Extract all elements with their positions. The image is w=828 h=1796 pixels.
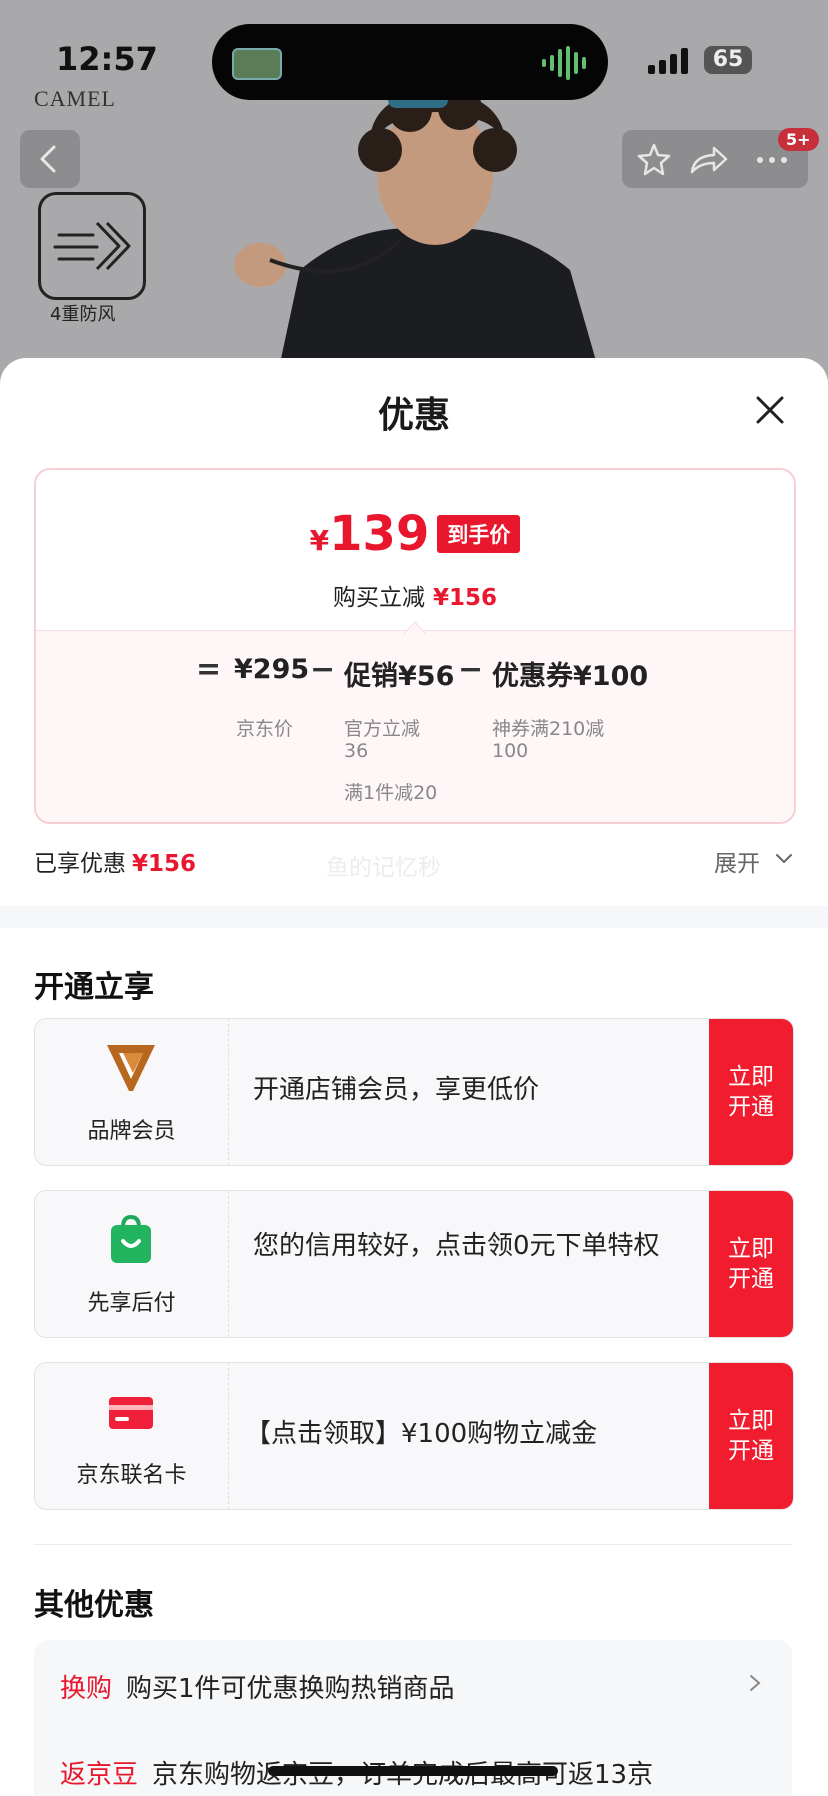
section-divider: [0, 906, 828, 928]
status-time: 12:57: [56, 40, 158, 78]
more-icon: [757, 157, 787, 163]
feature-label: 4重防风: [50, 304, 116, 325]
promo-detail: 官方立减: [344, 718, 421, 740]
open-section-title: 开通立享: [34, 970, 154, 1005]
sheet-title: 优惠: [377, 395, 450, 436]
minus-sign: −: [310, 652, 336, 687]
chevron-right-icon[interactable]: [746, 1672, 764, 1694]
card-description: 开通店铺会员，享更低价: [253, 1075, 540, 1105]
pay-later-card[interactable]: 先享后付 您的信用较好，点击领0元下单特权 立即 开通: [34, 1190, 794, 1338]
back-button[interactable]: [20, 130, 80, 188]
card-left: 品牌会员: [35, 1019, 229, 1165]
reduce-label: 购买立减: [332, 585, 425, 611]
promo-detail: 36: [344, 740, 369, 762]
reduce-amount: ¥156: [432, 585, 497, 611]
product-photo: [210, 80, 650, 400]
media-thumbnail: [232, 48, 282, 80]
equals-sign: =: [196, 652, 222, 687]
card-left: 先享后付: [35, 1191, 229, 1337]
open-now-button[interactable]: 立即 开通: [709, 1019, 793, 1165]
message-count-badge: 5+: [778, 128, 819, 151]
share-icon: [690, 146, 728, 174]
card-description: 您的信用较好，点击领0元下单特权: [253, 1231, 660, 1261]
pointer-caret: [404, 621, 426, 634]
card-label: 京东联名卡: [76, 1463, 187, 1488]
windproof-feature-icon: [38, 192, 146, 300]
final-price-tag: 到手价: [437, 515, 521, 553]
instant-reduce-line: 购买立减 ¥156: [36, 578, 794, 612]
open-now-label: 立即 开通: [728, 1236, 774, 1292]
credit-card-icon: [109, 1397, 153, 1429]
open-now-label: 立即 开通: [728, 1408, 774, 1464]
promo-detail: 满1件减20: [344, 782, 438, 804]
watermark: 鱼的记忆秒: [326, 855, 441, 881]
list-item[interactable]: 换购 购买1件可优惠换购热销商品: [60, 1668, 455, 1705]
card-left: 京东联名卡: [35, 1363, 229, 1509]
open-now-button[interactable]: 立即 开通: [709, 1363, 793, 1509]
coupon-detail: 神券满210减: [492, 718, 605, 740]
home-indicator[interactable]: [268, 1766, 558, 1776]
dynamic-island: [212, 24, 608, 100]
discount-sheet: 优惠 ¥139 到手价 购买立减 ¥156 = ¥295 − 促销¥56 − 优惠券…: [0, 358, 828, 1796]
star-icon: [637, 143, 671, 176]
product-page-background: 12:57 65 CAMEL 5+ 4重防风: [0, 0, 828, 400]
brand-member-card[interactable]: 品牌会员 开通店铺会员，享更低价 立即 开通: [34, 1018, 794, 1166]
enjoyed-discount: 已享优惠 ¥156: [34, 844, 196, 878]
card-label: 先享后付: [87, 1291, 176, 1316]
final-price: 139: [329, 506, 430, 562]
coupon-detail: 100: [492, 740, 529, 762]
coupon-amount: 优惠券¥100: [492, 661, 649, 692]
brand-logo: CAMEL: [34, 86, 116, 111]
cobrand-card[interactable]: 京东联名卡 【点击领取】¥100购物立减金 立即 开通: [34, 1362, 794, 1510]
chevron-down-icon[interactable]: [774, 848, 794, 868]
enjoyed-label: 已享优惠: [34, 851, 126, 877]
jd-price: ¥295: [234, 654, 310, 685]
other-section-title: 其他优惠: [34, 1588, 154, 1623]
close-icon[interactable]: [750, 390, 790, 430]
final-price-line: ¥139 到手价: [36, 506, 794, 562]
jd-price-label: 京东价: [236, 718, 294, 740]
cellular-signal-icon: [648, 48, 688, 74]
price-breakdown-card: ¥139 到手价 购买立减 ¥156 = ¥295 − 促销¥56 − 优惠券¥10…: [34, 468, 796, 824]
currency-symbol: ¥: [309, 524, 330, 557]
enjoyed-amount: ¥156: [132, 851, 197, 877]
shopping-bag-icon: [111, 1214, 151, 1263]
promo-amount: 促销¥56: [344, 661, 455, 692]
expand-button[interactable]: 展开: [714, 844, 760, 878]
card-description: 【点击领取】¥100购物立减金: [245, 1419, 598, 1449]
discount-kind: 换购: [60, 1674, 113, 1704]
battery-indicator: 65: [704, 46, 752, 74]
minus-sign: −: [458, 652, 484, 687]
section-divider: [34, 1544, 792, 1545]
open-now-label: 立即 开通: [728, 1064, 774, 1120]
discount-text: 购买1件可优惠换购热销商品: [126, 1674, 455, 1704]
open-now-button[interactable]: 立即 开通: [709, 1191, 793, 1337]
audio-wave-icon: [542, 46, 586, 80]
brand-member-v-icon: [107, 1045, 155, 1091]
discount-kind: 返京豆: [60, 1760, 139, 1790]
card-label: 品牌会员: [87, 1119, 176, 1144]
chevron-left-icon: [40, 145, 56, 173]
